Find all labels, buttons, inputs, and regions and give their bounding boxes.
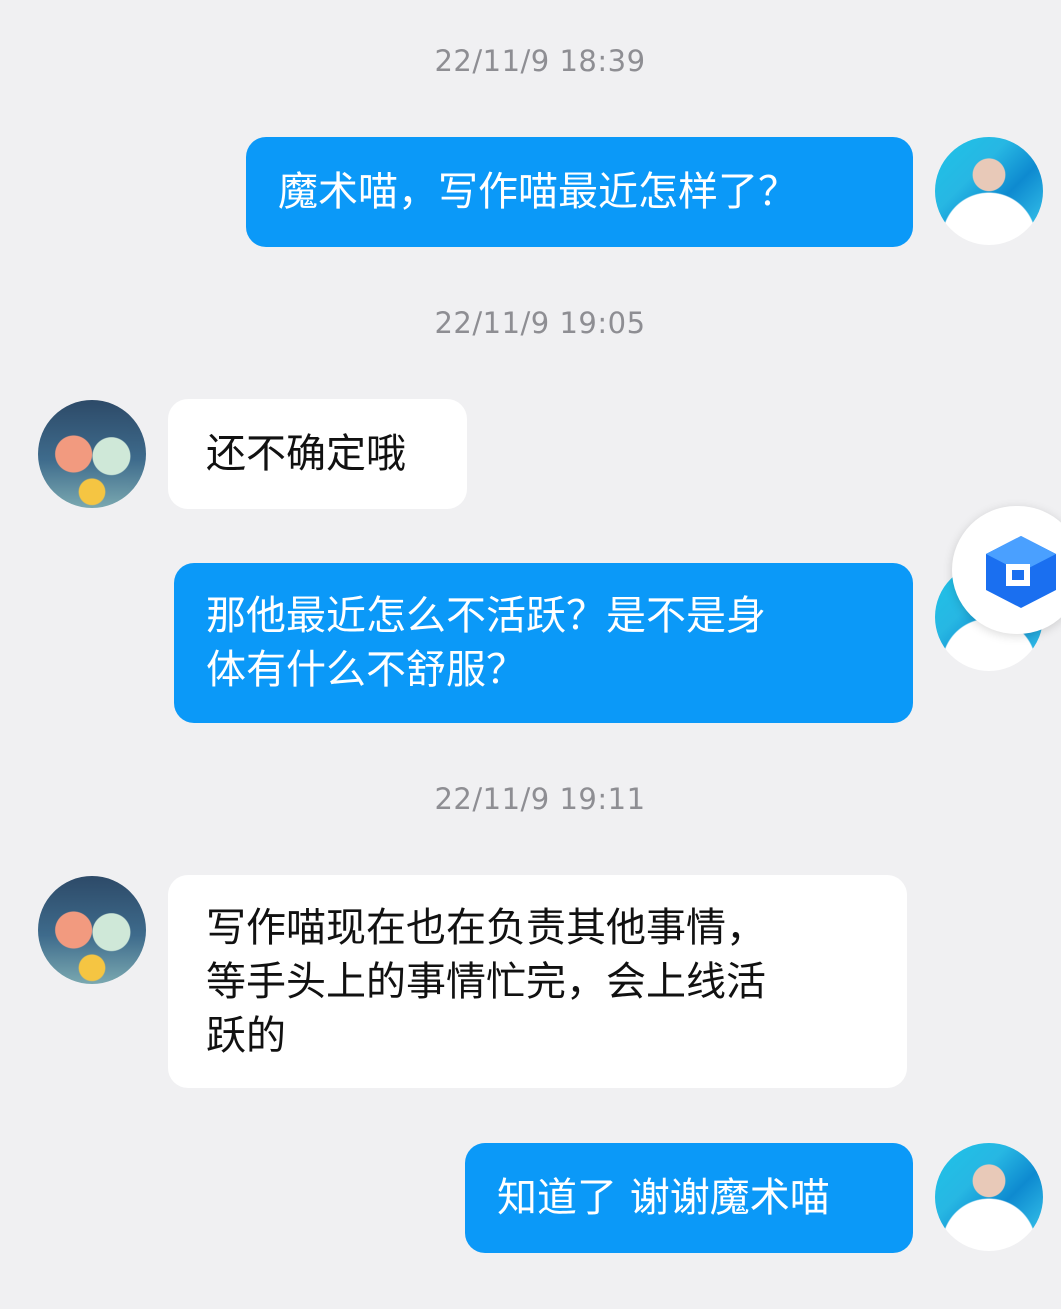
message-text-line: 那他最近怎么不活跃？是不是身: [206, 593, 766, 639]
timestamp: 22/11/9 18:39: [434, 44, 646, 78]
sent-message-bubble[interactable]: 那他最近怎么不活跃？是不是身 体有什么不舒服？: [174, 563, 913, 723]
user-avatar[interactable]: [935, 137, 1043, 245]
message-text: 知道了 谢谢魔术喵: [497, 1175, 830, 1221]
sent-message-bubble[interactable]: 知道了 谢谢魔术喵: [465, 1143, 913, 1253]
message-text-line: 跃的: [206, 1013, 286, 1059]
received-message-bubble[interactable]: 写作喵现在也在负责其他事情， 等手头上的事情忙完，会上线活 跃的: [168, 875, 907, 1088]
contact-avatar[interactable]: [38, 400, 146, 508]
timestamp: 22/11/9 19:11: [434, 782, 646, 816]
message-text-line: 等手头上的事情忙完，会上线活: [206, 959, 766, 1005]
message-text-line: 体有什么不舒服？: [206, 647, 526, 693]
contact-avatar[interactable]: [38, 876, 146, 984]
message-text-line: 写作喵现在也在负责其他事情，: [206, 905, 766, 951]
message-text: 还不确定哦: [206, 431, 406, 477]
sent-message-bubble[interactable]: 魔术喵，写作喵最近怎样了？: [246, 137, 913, 247]
user-avatar[interactable]: [935, 1143, 1043, 1251]
timestamp: 22/11/9 19:05: [434, 306, 646, 340]
received-message-bubble[interactable]: 还不确定哦: [168, 399, 467, 509]
message-text: 魔术喵，写作喵最近怎样了？: [278, 169, 798, 215]
